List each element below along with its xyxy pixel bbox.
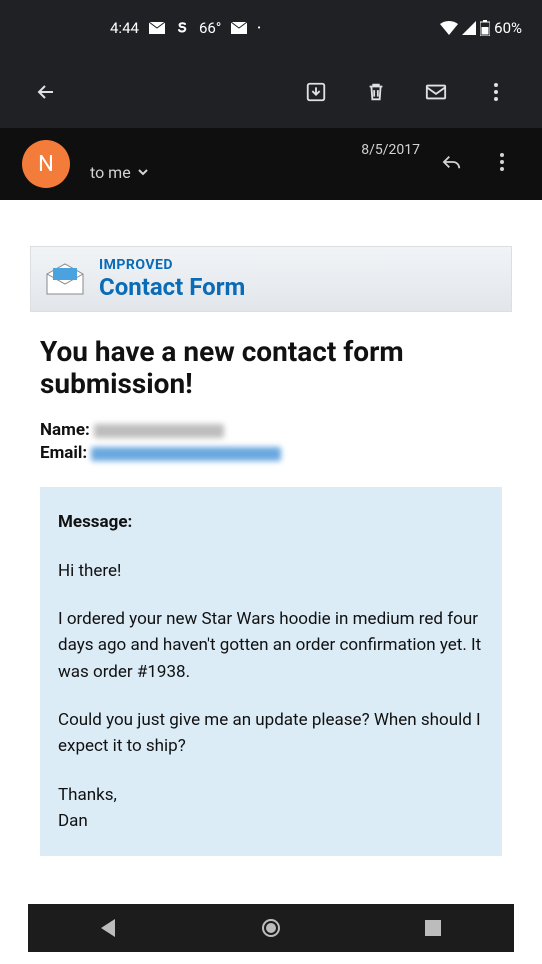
- signal-icon: [462, 21, 476, 35]
- toolbar: [0, 56, 542, 128]
- reply-button[interactable]: [434, 144, 470, 180]
- message-p2: I ordered your new Star Wars hoodie in m…: [58, 606, 484, 685]
- envelope-icon: [45, 262, 85, 296]
- name-label: Name:: [40, 420, 90, 440]
- email-line: Email:: [40, 443, 502, 463]
- banner-line1: IMPROVED: [99, 257, 245, 273]
- email-content: You have a new contact form submission! …: [0, 312, 542, 856]
- nav-recent[interactable]: [413, 908, 453, 948]
- more-button[interactable]: [472, 68, 520, 116]
- message-p1: Hi there!: [58, 558, 484, 584]
- avatar-initial: N: [38, 152, 54, 177]
- recipient-dropdown[interactable]: to me: [90, 163, 149, 182]
- mail-button[interactable]: [412, 68, 460, 116]
- status-battery: 60%: [494, 19, 522, 37]
- dot-icon: •: [257, 23, 260, 34]
- back-button[interactable]: [22, 68, 70, 116]
- plugin-banner: IMPROVED Contact Form: [30, 246, 512, 312]
- recipient-label: to me: [90, 163, 131, 182]
- message-text: Hi there! I ordered your new Star Wars h…: [58, 558, 484, 835]
- email-value-redacted: [91, 447, 281, 461]
- nav-home[interactable]: [251, 908, 291, 948]
- message-label: Message:: [58, 509, 484, 535]
- wifi-icon: [440, 21, 458, 35]
- archive-button[interactable]: [292, 68, 340, 116]
- message-p3: Could you just give me an update please?…: [58, 707, 484, 760]
- status-bar: 4:44 66° • 60%: [0, 0, 542, 56]
- s-icon: [175, 21, 189, 35]
- message-box: Message: Hi there! I ordered your new St…: [40, 487, 502, 856]
- email-body: IMPROVED Contact Form You have a new con…: [0, 246, 542, 856]
- headline: You have a new contact form submission!: [40, 336, 502, 400]
- avatar[interactable]: N: [22, 140, 70, 188]
- email-date: 8/5/2017: [361, 142, 420, 158]
- nav-back[interactable]: [89, 908, 129, 948]
- status-left: 4:44 66° •: [110, 19, 261, 37]
- mail-icon: [149, 22, 165, 34]
- email-label: Email:: [40, 443, 87, 463]
- chevron-down-icon: [137, 168, 149, 176]
- message-more-button[interactable]: [484, 144, 520, 180]
- message-p4: Thanks, Dan: [58, 782, 484, 835]
- banner-line2: Contact Form: [99, 273, 245, 301]
- nav-bar: [28, 904, 514, 952]
- status-right: 60%: [440, 19, 522, 37]
- sender-row: N to me 8/5/2017: [0, 128, 542, 200]
- battery-icon: [480, 20, 490, 36]
- mail-icon-2: [231, 22, 247, 34]
- status-temp: 66°: [199, 19, 221, 37]
- delete-button[interactable]: [352, 68, 400, 116]
- name-line: Name:: [40, 420, 502, 440]
- status-time: 4:44: [110, 19, 139, 37]
- name-value-redacted: [94, 424, 224, 438]
